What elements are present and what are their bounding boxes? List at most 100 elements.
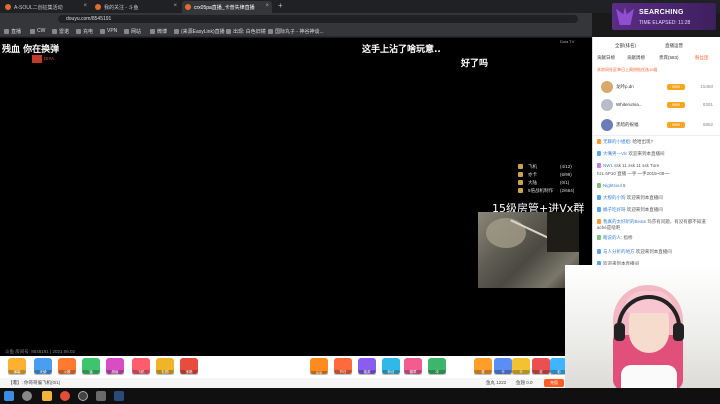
level-badge xyxy=(597,235,601,241)
chrome-icon[interactable] xyxy=(60,391,70,401)
tab-fan-club[interactable]: 粉丝团 xyxy=(695,55,709,61)
steam-icon[interactable] xyxy=(114,391,124,401)
panel-header-tab[interactable]: 全部(排名) xyxy=(615,43,636,49)
search-status: SEARCHING xyxy=(639,9,684,16)
close-tab-icon[interactable]: × xyxy=(265,3,269,9)
gift-item[interactable]: 618 xyxy=(310,358,328,375)
chat-user[interactable]: 橘子吃好呀 xyxy=(603,207,626,212)
obs-icon[interactable] xyxy=(78,391,88,401)
gift-item[interactable]: 超级 xyxy=(106,358,124,375)
new-tab-icon[interactable]: + xyxy=(278,1,283,10)
chat-user[interactable]: 大橙的小狗 xyxy=(603,195,626,200)
chat-user[interactable]: Nightsoul xyxy=(603,183,622,188)
gift-item[interactable]: 节日 xyxy=(334,358,352,375)
bookmark-item[interactable]: 直播 xyxy=(4,28,21,35)
gift-item[interactable]: 徽章 xyxy=(404,358,422,375)
bookmark-item[interactable]: CW xyxy=(30,28,45,34)
scoreboard-value: (0/1) xyxy=(560,180,570,185)
tab-title: crx05pa直播_卡普失律直播 xyxy=(194,5,255,11)
avatar xyxy=(601,81,613,93)
bookmark-item[interactable]: 出现: 白色旧镜 xyxy=(226,28,266,35)
scoreboard-value: (4/12) xyxy=(560,164,572,169)
scoreboard-label: 大陆 xyxy=(528,180,537,185)
level-badge xyxy=(597,139,601,145)
level-badge xyxy=(597,183,601,189)
gift-item[interactable]: 奖 xyxy=(532,358,550,375)
danmu-comment: 残血 你在换弹 xyxy=(2,45,60,55)
gift-item[interactable]: 礼物 xyxy=(156,358,174,375)
browser-tab[interactable]: 我的关注 - 斗鱼 × xyxy=(92,1,180,13)
bookmark-item[interactable]: 充电 xyxy=(76,28,93,35)
gift-item[interactable]: 飞机 xyxy=(132,358,150,375)
gift-label: 弹幕 xyxy=(8,370,26,375)
gift-item[interactable]: 猛 xyxy=(82,358,100,375)
streamer-webcam xyxy=(565,265,720,390)
gift-item[interactable]: 宝箱 xyxy=(180,358,198,375)
gift-label: 节日 xyxy=(334,370,352,375)
chat-text: 5 xyxy=(623,183,626,188)
video-player[interactable] xyxy=(0,38,592,356)
chat-message: 与人分析的地方 欢迎来到本直播间 xyxy=(597,249,715,255)
start-icon[interactable] xyxy=(4,391,14,401)
rank-row[interactable]: Whiterumia... 9999 8391 xyxy=(597,99,717,112)
url-field[interactable]: douyu.com/8545191 xyxy=(58,15,578,23)
gift-item[interactable]: 冲 xyxy=(428,358,446,375)
gift-item[interactable]: 火箭 xyxy=(58,358,76,375)
chat-text: ssk 11 ssk 11 ssk Ture xyxy=(614,163,660,168)
chat-user[interactable]: 大嘴男一Vlc xyxy=(603,151,627,156)
chat-user[interactable]: 与人分析的地方 xyxy=(603,249,635,254)
browser-tab[interactable]: A-SOUL二创征集活动 × xyxy=(2,1,90,13)
gift-item[interactable]: 抽奖 xyxy=(358,358,376,375)
gift-item[interactable]: 天使 xyxy=(34,358,52,375)
chat-message: 大嘴男一Vlc 欢迎来到本直播间 xyxy=(597,151,715,157)
panel-header-tab[interactable]: 直播运营 xyxy=(665,43,683,49)
gift-item[interactable]: 卡 xyxy=(512,358,530,375)
tab-vip[interactable]: 贵宾(583) xyxy=(659,55,679,61)
app-icon[interactable] xyxy=(96,391,106,401)
rank-row[interactable]: 黑暗的祝福 9999 6862 xyxy=(597,119,717,132)
gift-item[interactable]: 粉丝 xyxy=(382,358,400,375)
scoreboard-row: 飞机 (4/12) xyxy=(518,163,592,171)
bookmark-item[interactable]: (来源EasyLink)直播 xyxy=(174,28,225,35)
bookmark-item[interactable]: 雷诺 xyxy=(52,28,69,35)
chat-message: 我真的太好听的Beats 玛莎有问题，有没有都不知道aché是啥吧 xyxy=(597,219,715,231)
close-tab-icon[interactable]: × xyxy=(173,3,177,9)
tab-daily-rank[interactable]: 贡献日榜 xyxy=(597,55,615,61)
rank-row[interactable]: 龙吟p.dn 9999 15480 xyxy=(597,81,717,94)
rank-badge: 9999 xyxy=(667,84,685,90)
chat-text: 哈哈出现? xyxy=(632,139,654,144)
gift-item[interactable]: 卡 xyxy=(494,358,512,375)
yuchi-count: 鱼翅 0.0 xyxy=(516,380,533,385)
bookmark-item[interactable]: VPN xyxy=(100,28,117,34)
bookmark-item[interactable]: 微博 xyxy=(150,28,167,35)
browser-tab-active[interactable]: crx05pa直播_卡普失律直播 × xyxy=(182,1,272,13)
chat-user[interactable]: 我真的太好听的Beats xyxy=(603,219,646,224)
rank-badge: 9999 xyxy=(667,122,685,128)
rank-name: 黑暗的祝福 xyxy=(616,122,639,127)
close-tab-icon[interactable]: × xyxy=(83,3,87,9)
folder-icon[interactable] xyxy=(42,391,52,401)
streamer-avatar-icon xyxy=(32,55,42,63)
earcup-right-shape xyxy=(673,323,684,341)
gift-label: 卡 xyxy=(494,370,512,375)
gift-item[interactable]: 星 xyxy=(474,358,492,375)
level-badge xyxy=(597,207,601,213)
chat-message: NW1 ssk 11 ssk 11 ssk Ture xyxy=(597,163,715,169)
search-icon[interactable] xyxy=(22,391,32,401)
panel-banner[interactable]: 本房间社区单日上周热帖任选10组 xyxy=(597,67,717,75)
chat-user[interactable]: 无聊的小姐姐 xyxy=(603,139,630,144)
gift-item[interactable]: 弹幕 xyxy=(8,358,26,375)
bookmark-item[interactable]: 国际丸子 - 神谷神谈... xyxy=(268,28,324,35)
scoreboard-value: (2/664) xyxy=(560,188,575,193)
gift-label: 礼物 xyxy=(156,370,174,375)
chat-text: 欢迎来到本直播间 xyxy=(626,207,663,212)
gift-label: 火箭 xyxy=(58,370,76,375)
gift-label: 超级 xyxy=(106,370,124,375)
tab-weekly-rank[interactable]: 贡献周榜 xyxy=(627,55,645,61)
gift-label: 618 xyxy=(310,371,328,375)
chat-message: 无聊的小姐姐: 哈哈出现? xyxy=(597,139,715,145)
bookmark-item[interactable]: 网站 xyxy=(124,28,141,35)
chat-user[interactable]: NW1 xyxy=(603,163,613,168)
recharge-button[interactable]: 充值 xyxy=(544,379,564,387)
chat-user[interactable]: 瞎说的人 xyxy=(603,235,621,240)
